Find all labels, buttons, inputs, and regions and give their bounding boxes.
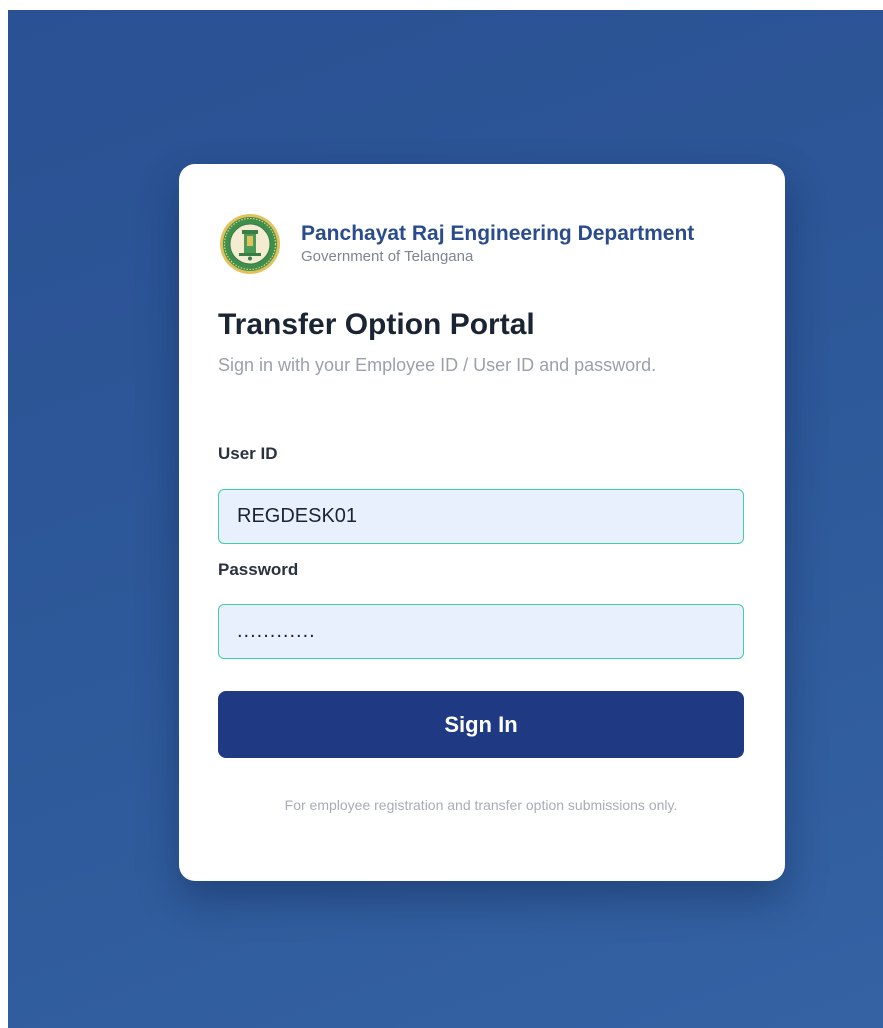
sign-in-button[interactable]: Sign In (218, 691, 744, 758)
footnote-text: For employee registration and transfer o… (284, 797, 678, 813)
brand-text: Panchayat Raj Engineering Department Gov… (301, 221, 694, 267)
government-name: Government of Telangana (301, 248, 474, 265)
page-subtitle: Sign in with your Employee ID / User ID … (218, 355, 657, 375)
department-name: Panchayat Raj Engineering Department (301, 222, 695, 245)
brand-header: Panchayat Raj Engineering Department Gov… (219, 212, 694, 276)
page-title: Transfer Option Portal (218, 308, 535, 341)
password-label: Password (218, 560, 299, 579)
login-card: Panchayat Raj Engineering Department Gov… (179, 164, 785, 881)
user-id-input[interactable] (218, 489, 744, 544)
user-id-label: User ID (218, 444, 278, 463)
password-input[interactable] (218, 604, 744, 659)
page-background: Panchayat Raj Engineering Department Gov… (8, 10, 883, 1028)
state-emblem-icon (220, 214, 280, 274)
